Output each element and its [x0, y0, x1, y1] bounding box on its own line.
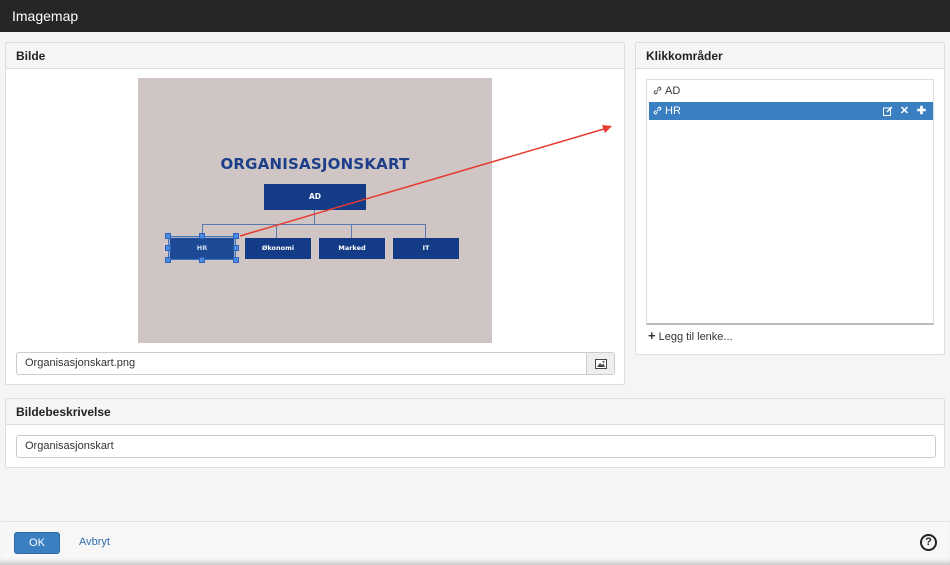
- resize-handle[interactable]: [233, 257, 239, 263]
- list-item-label: HR: [665, 105, 681, 117]
- resize-handle[interactable]: [233, 245, 239, 251]
- connector: [351, 224, 352, 238]
- list-item-hr[interactable]: HR ✕ ✚: [649, 102, 933, 120]
- description-panel: Bildebeskrivelse Organisasjonskart: [5, 398, 945, 468]
- image-icon: [594, 358, 607, 369]
- dialog-footer: OK Avbryt ?: [0, 521, 950, 565]
- link-icon: [653, 106, 662, 115]
- resize-handle[interactable]: [199, 233, 205, 239]
- resize-handle[interactable]: [165, 245, 171, 251]
- image-file-name: Organisasjonskart.png: [25, 357, 136, 369]
- plus-icon: +: [648, 328, 656, 343]
- delete-icon[interactable]: ✕: [899, 105, 910, 117]
- cancel-button[interactable]: Avbryt: [79, 536, 110, 548]
- link-icon: [653, 86, 662, 95]
- org-box-marked: Marked: [319, 238, 385, 259]
- description-input[interactable]: Organisasjonskart: [16, 435, 936, 458]
- list-item-ad[interactable]: AD: [649, 82, 933, 100]
- help-icon[interactable]: ?: [920, 534, 937, 551]
- add-link-button[interactable]: + Legg til lenke...: [648, 329, 733, 344]
- image-file-field[interactable]: Organisasjonskart.png: [16, 352, 615, 375]
- connector: [202, 224, 426, 225]
- connector: [425, 224, 426, 238]
- resize-handle[interactable]: [233, 233, 239, 239]
- org-chart-title: ORGANISASJONSKART: [220, 155, 410, 173]
- clickareas-panel: Klikkområder AD HR ✕ ✚ + Legg til lenke..…: [635, 42, 945, 355]
- org-box-okonomi: Økonomi: [245, 238, 311, 259]
- image-panel: Bilde ORGANISASJONSKART AD HR Økonomi Ma…: [5, 42, 625, 385]
- edit-icon[interactable]: [882, 106, 893, 117]
- org-box-ad: AD: [264, 184, 366, 210]
- connector: [276, 224, 277, 238]
- resize-handle[interactable]: [199, 257, 205, 263]
- resize-handle[interactable]: [165, 257, 171, 263]
- resize-handle[interactable]: [165, 233, 171, 239]
- connector: [314, 210, 315, 224]
- description-heading: Bildebeskrivelse: [6, 399, 944, 425]
- add-link-label: Legg til lenke...: [658, 331, 733, 343]
- move-icon[interactable]: ✚: [916, 105, 927, 117]
- window-title: Imagemap: [0, 0, 950, 32]
- org-box-it: IT: [393, 238, 459, 259]
- clickarea-list: AD HR ✕ ✚: [646, 79, 934, 325]
- list-item-label: AD: [665, 85, 681, 97]
- image-panel-heading: Bilde: [6, 43, 624, 69]
- browse-image-button[interactable]: [586, 353, 614, 374]
- imagemap-canvas[interactable]: ORGANISASJONSKART AD HR Økonomi Marked I…: [138, 78, 492, 343]
- ok-button[interactable]: OK: [14, 532, 60, 554]
- clickareas-heading: Klikkområder: [636, 43, 944, 69]
